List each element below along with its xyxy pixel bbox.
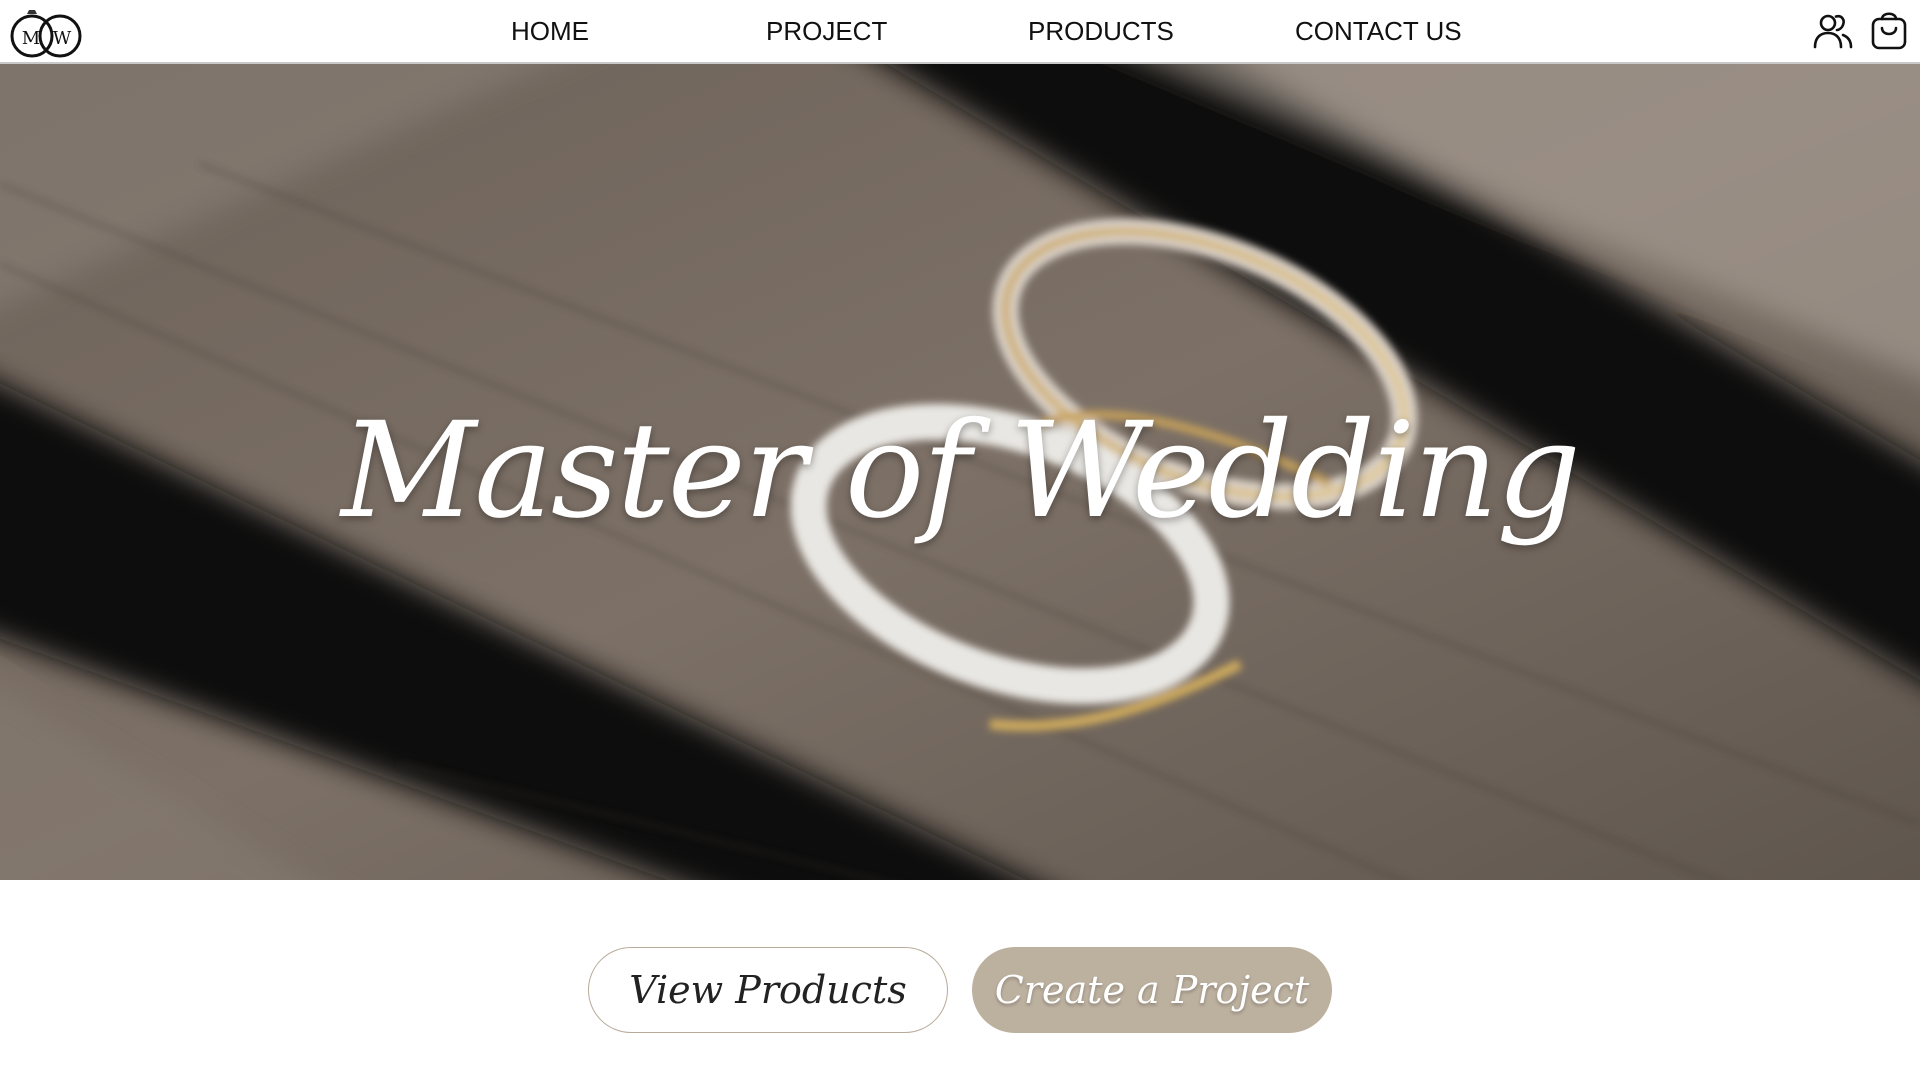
svg-text:M: M: [22, 28, 40, 49]
shopping-bag-icon[interactable]: [1868, 10, 1910, 52]
nav-products[interactable]: PRODUCTS: [1028, 16, 1174, 47]
logo[interactable]: M W: [10, 4, 84, 60]
create-project-button[interactable]: Create a Project: [972, 947, 1332, 1033]
nav-project[interactable]: PROJECT: [766, 16, 887, 47]
site-header: M W HOME PROJECT PRODUCTS CONTACT US: [0, 0, 1920, 64]
view-products-button[interactable]: View Products: [588, 947, 948, 1033]
hero-title: Master of Wedding: [341, 394, 1581, 548]
nav-home[interactable]: HOME: [511, 16, 589, 47]
hero-banner: Master of Wedding: [0, 64, 1920, 880]
nav-contact-us[interactable]: CONTACT US: [1295, 16, 1462, 47]
users-icon[interactable]: [1812, 10, 1854, 52]
svg-text:W: W: [53, 28, 72, 49]
